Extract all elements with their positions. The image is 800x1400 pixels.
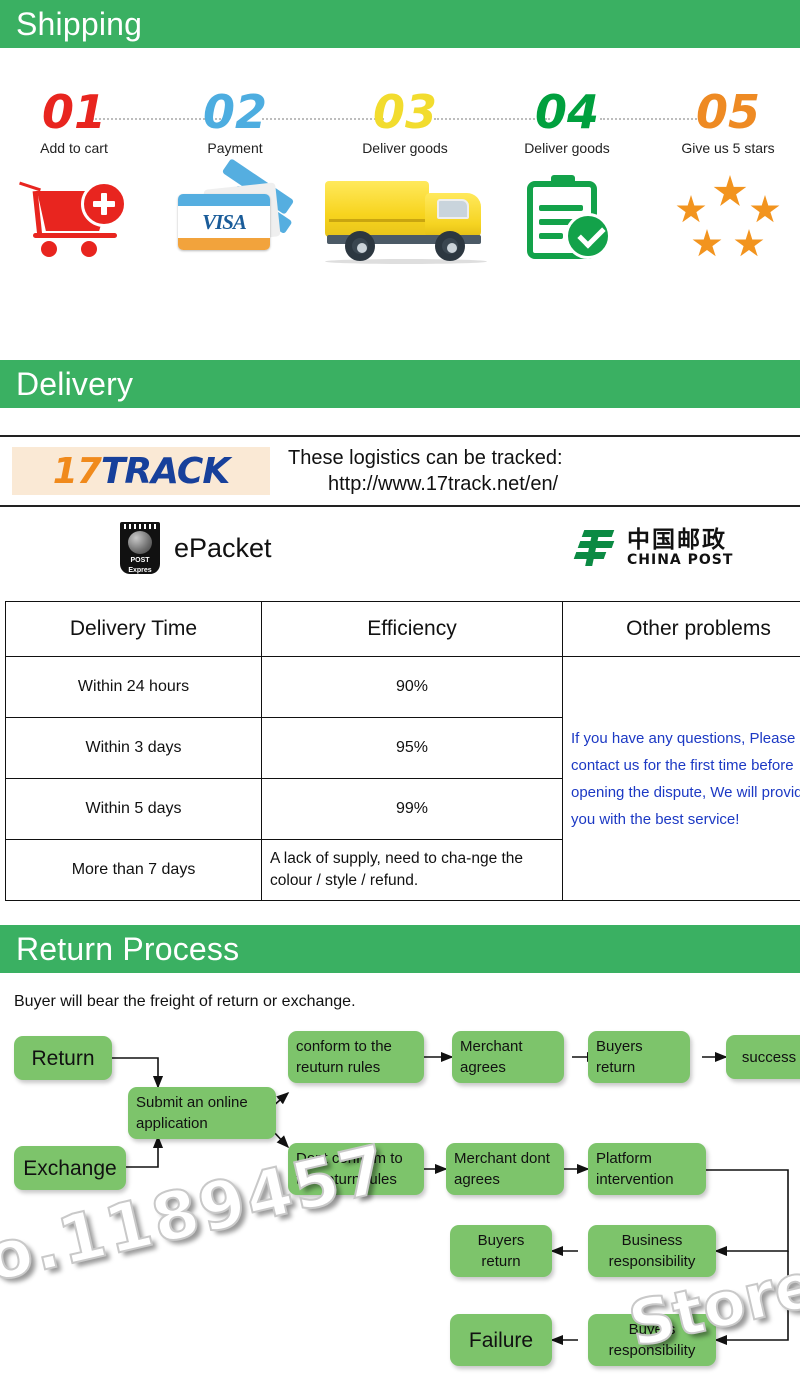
table-header-row: Delivery Time Efficiency Other problems <box>5 601 800 657</box>
node-not-conform-rules[interactable]: Dont conform to the return rules <box>288 1143 424 1195</box>
node-buyers-responsibility[interactable]: Buyers responsibility <box>588 1314 716 1366</box>
track-logo-word: TRACK <box>100 450 230 492</box>
china-post-logo: 中国邮政 CHINA POST <box>573 526 734 570</box>
shipping-title: Shipping <box>16 6 143 42</box>
row-3-efficiency: 99% <box>261 778 563 840</box>
tracking-line-1: These logistics can be tracked: <box>288 447 563 469</box>
step-3: 03 Deliver goods <box>325 85 487 266</box>
shipping-steps: 01 Add to cart 02 Payment VISA 03 Delive… <box>0 85 800 320</box>
step-1-caption: Add to cart <box>40 140 108 156</box>
step-3-caption: Deliver goods <box>362 140 448 156</box>
row-1-efficiency: 90% <box>261 656 563 718</box>
epacket-badge-line-1: POST <box>130 557 150 564</box>
return-section-header: Return Process <box>0 925 800 973</box>
node-success[interactable]: success <box>726 1035 800 1079</box>
header-other-problems: Other problems <box>562 601 800 657</box>
china-post-mark-icon <box>573 526 619 570</box>
node-business-responsibility[interactable]: Business responsibility <box>588 1225 716 1277</box>
china-post-english: CHINA POST <box>627 552 734 568</box>
return-process-flowchart: Return Exchange Submit an online applica… <box>0 1015 800 1400</box>
row-2-time: Within 3 days <box>5 717 262 779</box>
step-5-caption: Give us 5 stars <box>681 140 775 156</box>
step-2-caption: Payment <box>207 140 263 156</box>
carrier-logos: POST Expres ePacket 中国邮政 CHINA POST <box>0 507 800 589</box>
header-delivery-time: Delivery Time <box>5 601 262 657</box>
epacket-badge-icon: POST Expres <box>120 522 160 574</box>
step-2: 02 Payment VISA <box>155 85 315 266</box>
epacket-label: ePacket <box>174 532 272 563</box>
epacket-logo: POST Expres ePacket <box>120 522 272 574</box>
row-4-efficiency: A lack of supply, need to cha-nge the co… <box>261 839 563 901</box>
epacket-badge-line-2: Expres <box>128 567 152 574</box>
seventeen-track-logo: 17 TRACK <box>12 447 270 495</box>
step-4-number: 04 <box>534 85 599 139</box>
node-conform-rules[interactable]: conform to the reuturn rules <box>288 1031 424 1083</box>
step-2-number: 02 <box>202 85 267 139</box>
shopping-cart-icon <box>0 170 154 266</box>
delivery-time-table: Delivery Time Efficiency Other problems … <box>5 601 800 901</box>
tracking-text: These logistics can be tracked: http://w… <box>288 445 563 497</box>
return-title: Return Process <box>16 931 240 967</box>
delivery-title: Delivery <box>16 366 134 402</box>
node-submit-application[interactable]: Submit an online application <box>128 1087 276 1139</box>
row-2-efficiency: 95% <box>261 717 563 779</box>
node-return[interactable]: Return <box>14 1036 112 1080</box>
tracking-row: 17 TRACK These logistics can be tracked: … <box>0 435 800 507</box>
node-buyers-return-top[interactable]: Buyers return <box>588 1031 690 1083</box>
table-row: Within 24 hours 90% If you have any ques… <box>5 656 800 901</box>
tracking-url[interactable]: http://www.17track.net/en/ <box>288 471 563 497</box>
clipboard-check-icon <box>487 170 647 266</box>
five-stars-icon <box>648 170 800 266</box>
step-4-caption: Deliver goods <box>524 140 610 156</box>
node-merchant-agrees[interactable]: Merchant agrees <box>452 1031 564 1083</box>
visa-card-icon: VISA <box>155 158 315 266</box>
node-failure[interactable]: Failure <box>450 1314 552 1366</box>
step-4: 04 Deliver goods <box>487 85 647 266</box>
node-buyers-return-mid[interactable]: Buyers return <box>450 1225 552 1277</box>
node-exchange[interactable]: Exchange <box>14 1146 126 1190</box>
track-logo-number: 17 <box>52 450 102 492</box>
row-4-time: More than 7 days <box>5 839 262 901</box>
step-5: 05 Give us 5 stars <box>648 85 800 266</box>
delivery-section-header: Delivery <box>0 360 800 408</box>
row-3-time: Within 5 days <box>5 778 262 840</box>
header-efficiency: Efficiency <box>261 601 563 657</box>
step-1: 01 Add to cart <box>0 85 154 266</box>
row-1-time: Within 24 hours <box>5 656 262 718</box>
china-post-chinese: 中国邮政 <box>627 527 727 553</box>
node-platform-intervention[interactable]: Platform intervention <box>588 1143 706 1195</box>
return-freight-note: Buyer will bear the freight of return or… <box>14 993 356 1010</box>
delivery-truck-icon <box>325 170 487 266</box>
node-merchant-dont-agrees[interactable]: Merchant dont agrees <box>446 1143 564 1195</box>
step-5-number: 05 <box>695 85 760 139</box>
shipping-section-header: Shipping <box>0 0 800 48</box>
step-1-number: 01 <box>41 85 106 139</box>
other-problems-note: If you have any questions, Please contac… <box>562 656 800 901</box>
step-3-number: 03 <box>372 85 437 139</box>
